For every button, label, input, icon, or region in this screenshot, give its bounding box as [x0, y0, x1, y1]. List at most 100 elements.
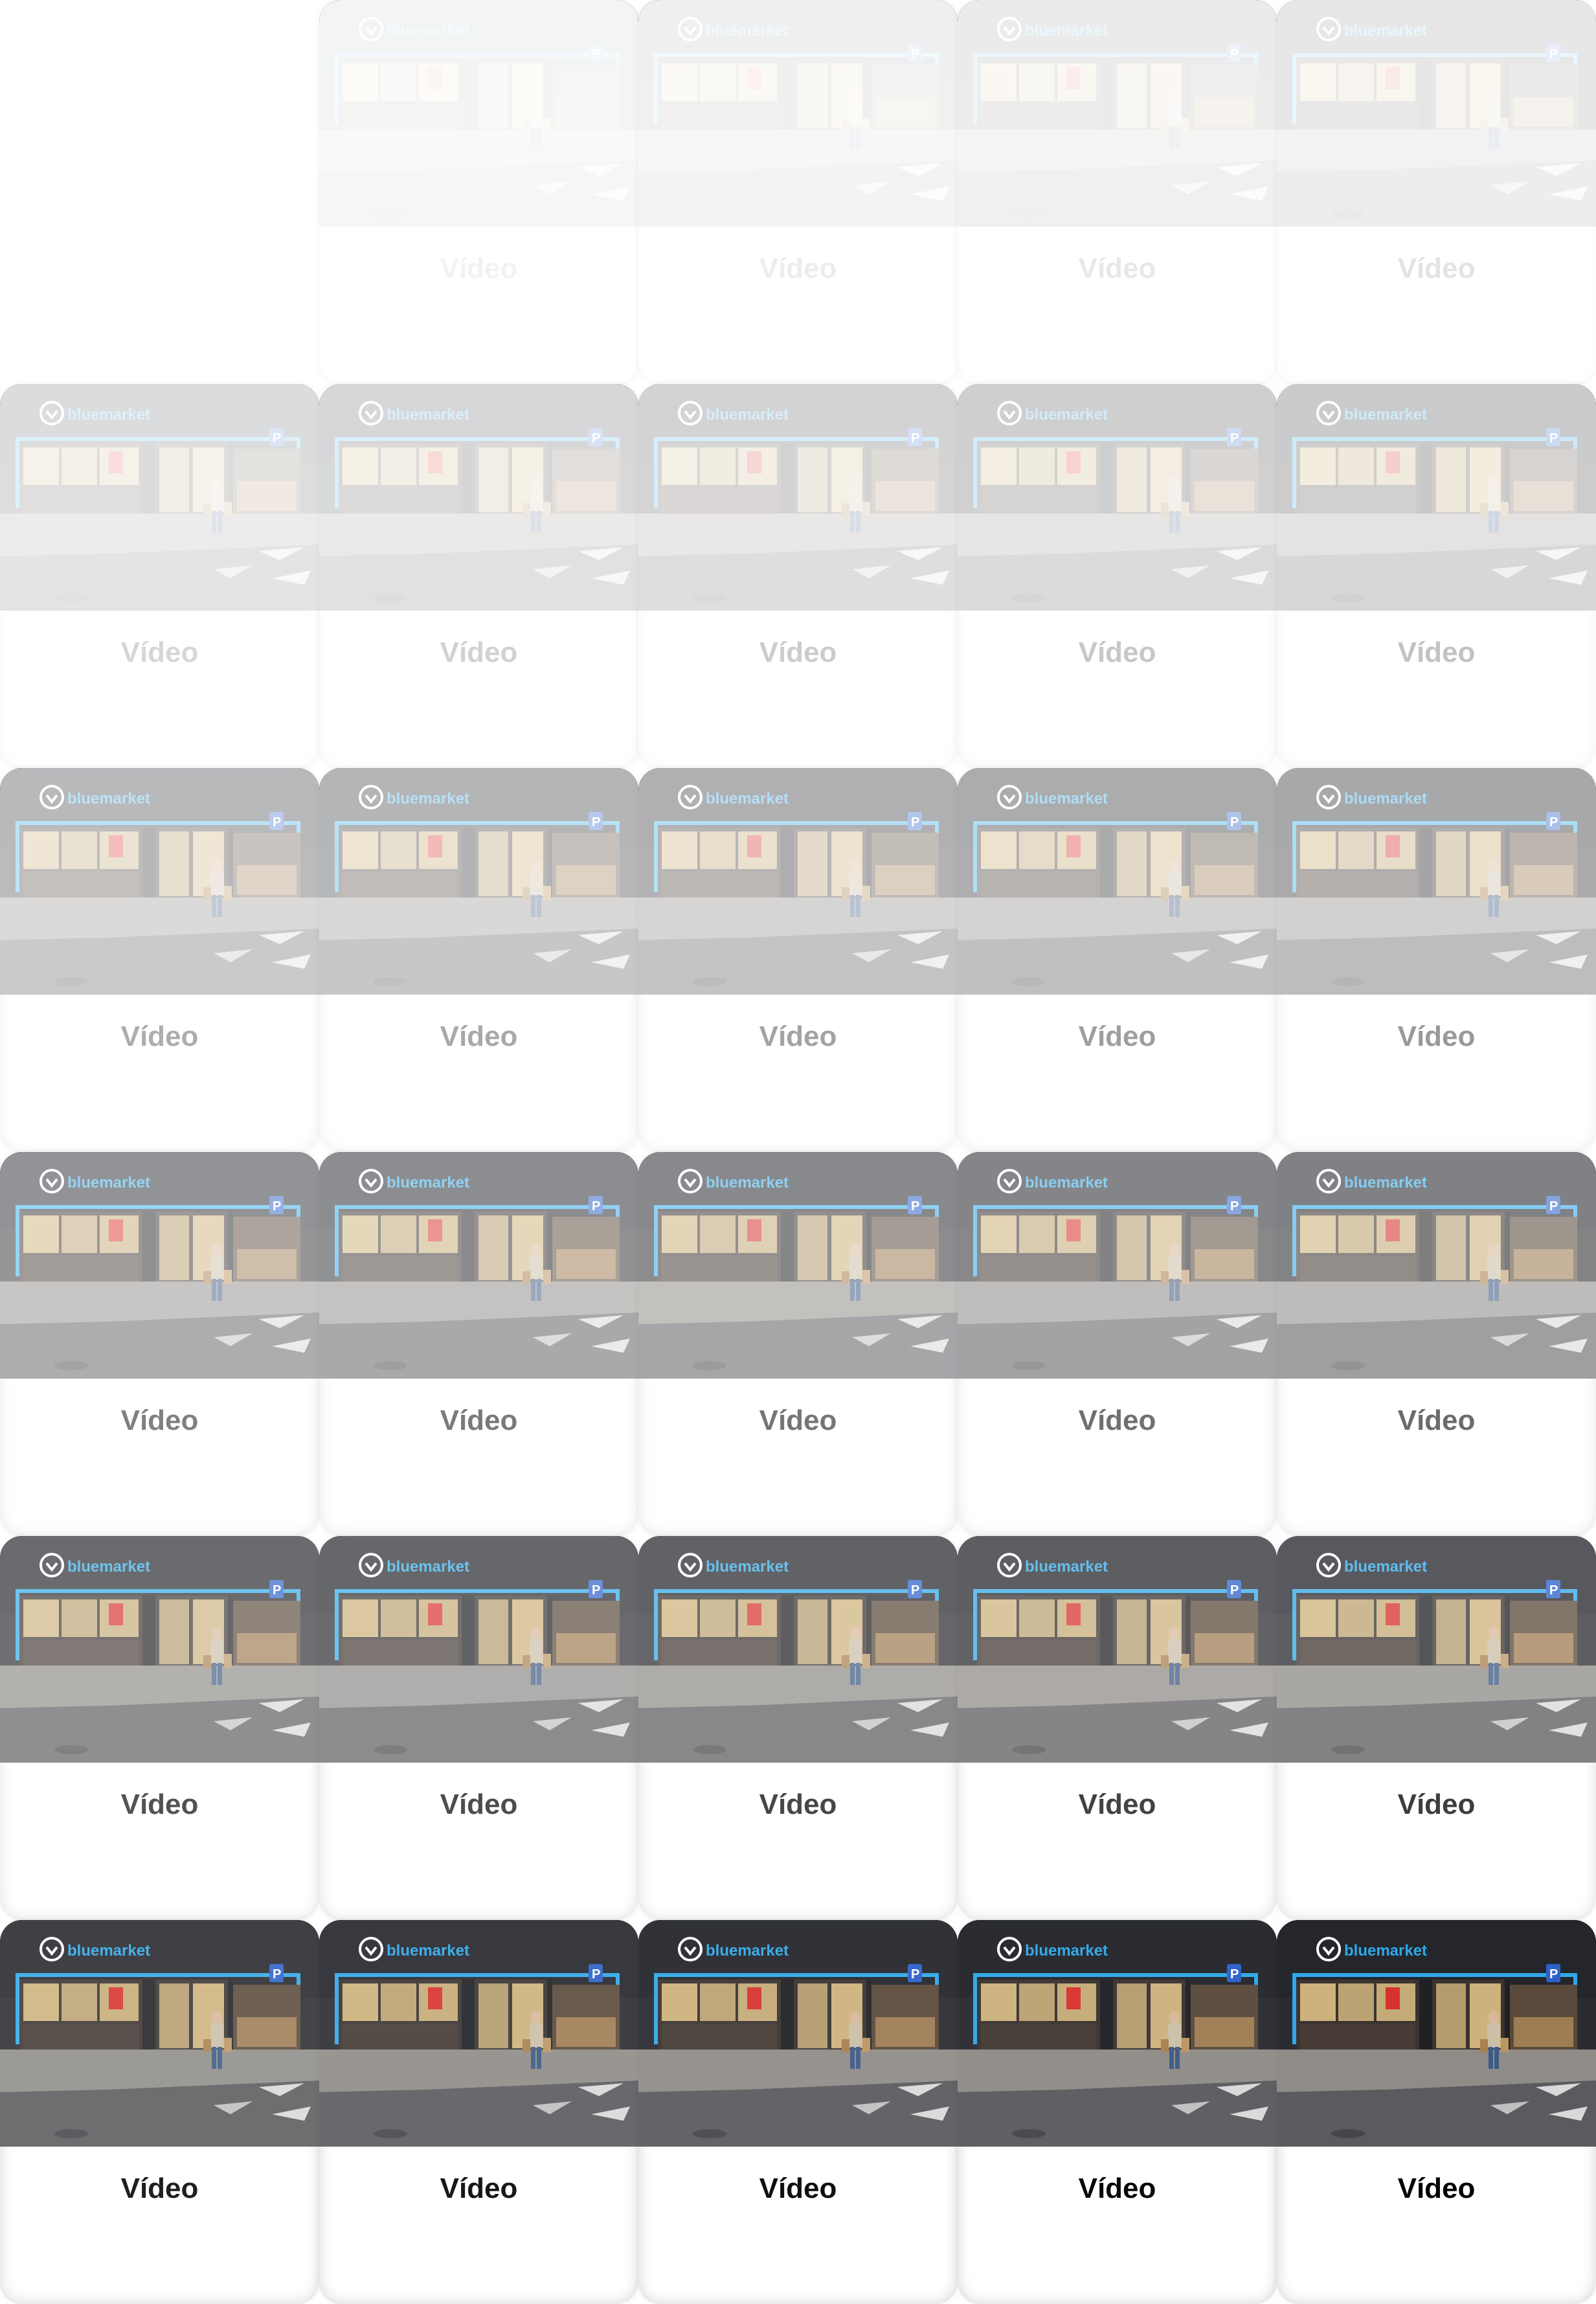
video-card[interactable]: bluemarket P Vídeo	[1277, 1920, 1596, 2304]
video-card-label: Vídeo	[1078, 2173, 1156, 2204]
video-card[interactable]: bluemarket P Vídeo	[0, 384, 319, 768]
store-logo-text: bluemarket	[1344, 1558, 1427, 1576]
parking-sign-text: P	[273, 1583, 281, 1598]
video-card[interactable]: bluemarket P Vídeo	[638, 1152, 958, 1536]
video-card-label: Vídeo	[440, 1789, 518, 1820]
video-card[interactable]: bluemarket P Vídeo	[1277, 768, 1596, 1152]
video-card[interactable]: bluemarket P Vídeo	[1277, 0, 1596, 384]
video-thumbnail: bluemarket P	[638, 1152, 958, 1379]
video-thumbnail: bluemarket P	[1277, 768, 1596, 995]
video-card[interactable]: bluemarket P Vídeo	[638, 0, 958, 384]
video-card[interactable]: bluemarket P Vídeo	[958, 768, 1277, 1152]
video-card[interactable]: bluemarket P Vídeo	[638, 384, 958, 768]
parking-sign-text: P	[1549, 1583, 1558, 1598]
video-card[interactable]: bluemarket P Vídeo	[1277, 384, 1596, 768]
video-card[interactable]: bluemarket P Vídeo	[0, 768, 319, 1152]
empty-cell	[0, 0, 319, 384]
video-card[interactable]: bluemarket P Vídeo	[319, 1536, 638, 1920]
video-card[interactable]: bluemarket P Vídeo	[0, 1920, 319, 2304]
video-thumbnail: bluemarket P	[638, 1920, 958, 2147]
video-card-label: Vídeo	[1078, 1789, 1156, 1820]
video-thumbnail: bluemarket P	[958, 384, 1277, 611]
store-logo-text: bluemarket	[1344, 406, 1427, 424]
store-logo-text: bluemarket	[387, 1174, 469, 1192]
video-thumbnail: bluemarket P	[0, 1536, 319, 1763]
store-logo-text: bluemarket	[1344, 1174, 1427, 1192]
parking-sign-text: P	[592, 431, 600, 446]
video-thumbnail: bluemarket P	[1277, 1152, 1596, 1379]
video-thumbnail: bluemarket P	[638, 1536, 958, 1763]
parking-sign-text: P	[592, 1199, 600, 1214]
video-card-label: Vídeo	[759, 2173, 837, 2204]
video-thumbnail: bluemarket P	[1277, 0, 1596, 227]
video-card[interactable]: bluemarket P Vídeo	[319, 768, 638, 1152]
video-card-label: Vídeo	[1397, 1405, 1476, 1436]
store-logo-text: bluemarket	[387, 406, 469, 424]
parking-sign-text: P	[273, 431, 281, 446]
video-card-label: Vídeo	[120, 1405, 199, 1436]
store-logo-text: bluemarket	[706, 22, 789, 40]
video-card[interactable]: bluemarket P Vídeo	[958, 0, 1277, 384]
video-card[interactable]: bluemarket P Vídeo	[958, 1920, 1277, 2304]
parking-sign-text: P	[1549, 1967, 1558, 1982]
parking-sign-text: P	[592, 1583, 600, 1598]
video-card[interactable]: bluemarket P Vídeo	[0, 1152, 319, 1536]
video-card[interactable]: bluemarket P Vídeo	[1277, 1536, 1596, 1920]
video-card-label: Vídeo	[1397, 2173, 1476, 2204]
video-card-label: Vídeo	[1397, 637, 1476, 668]
store-logo-text: bluemarket	[1025, 1174, 1108, 1192]
parking-sign-text: P	[1230, 431, 1239, 446]
video-card[interactable]: bluemarket P Vídeo	[319, 384, 638, 768]
video-card-label: Vídeo	[120, 637, 199, 668]
parking-sign-text: P	[1230, 1967, 1239, 1982]
video-card-label: Vídeo	[440, 1021, 518, 1052]
video-card[interactable]: bluemarket P Vídeo	[319, 0, 638, 384]
video-card-label: Vídeo	[120, 2173, 199, 2204]
store-logo-text: bluemarket	[706, 406, 789, 424]
parking-sign-text: P	[911, 47, 919, 62]
video-card-label: Vídeo	[759, 1021, 837, 1052]
video-card[interactable]: bluemarket P Vídeo	[1277, 1152, 1596, 1536]
video-thumbnail: bluemarket P	[958, 1920, 1277, 2147]
video-card[interactable]: bluemarket P Vídeo	[0, 1536, 319, 1920]
store-logo-text: bluemarket	[1025, 22, 1108, 40]
store-logo-text: bluemarket	[387, 1942, 469, 1960]
video-thumbnail: bluemarket P	[1277, 384, 1596, 611]
store-logo-text: bluemarket	[387, 22, 469, 40]
video-card-label: Vídeo	[759, 253, 837, 284]
store-logo-text: bluemarket	[1025, 406, 1108, 424]
video-thumbnail: bluemarket P	[958, 1536, 1277, 1763]
video-card[interactable]: bluemarket P Vídeo	[638, 1920, 958, 2304]
store-logo-text: bluemarket	[1025, 1942, 1108, 1960]
store-logo-text: bluemarket	[706, 1174, 789, 1192]
store-logo-text: bluemarket	[1025, 1558, 1108, 1576]
store-logo-text: bluemarket	[67, 1558, 150, 1576]
video-card-label: Vídeo	[440, 253, 518, 284]
video-card[interactable]: bluemarket P Vídeo	[958, 384, 1277, 768]
store-logo-text: bluemarket	[706, 1558, 789, 1576]
parking-sign-text: P	[592, 1967, 600, 1982]
video-thumbnail: bluemarket P	[319, 768, 638, 995]
store-logo-text: bluemarket	[67, 790, 150, 808]
video-thumbnail: bluemarket P	[1277, 1536, 1596, 1763]
video-card[interactable]: bluemarket P Vídeo	[319, 1152, 638, 1536]
video-thumbnail: bluemarket P	[0, 1920, 319, 2147]
video-card[interactable]: bluemarket P Vídeo	[958, 1536, 1277, 1920]
store-logo-text: bluemarket	[387, 1558, 469, 1576]
parking-sign-text: P	[592, 815, 600, 830]
video-thumbnail: bluemarket P	[319, 1920, 638, 2147]
video-card[interactable]: bluemarket P Vídeo	[319, 1920, 638, 2304]
video-thumbnail: bluemarket P	[638, 0, 958, 227]
video-card-label: Vídeo	[440, 1405, 518, 1436]
video-thumbnail: bluemarket P	[958, 0, 1277, 227]
store-logo-text: bluemarket	[706, 1942, 789, 1960]
video-card[interactable]: bluemarket P Vídeo	[958, 1152, 1277, 1536]
video-card[interactable]: bluemarket P Vídeo	[638, 768, 958, 1152]
parking-sign-text: P	[1230, 1199, 1239, 1214]
parking-sign-text: P	[1549, 815, 1558, 830]
store-logo-text: bluemarket	[1025, 790, 1108, 808]
video-thumbnail: bluemarket P	[0, 768, 319, 995]
video-thumbnail: bluemarket P	[638, 768, 958, 995]
video-card[interactable]: bluemarket P Vídeo	[638, 1536, 958, 1920]
store-logo-text: bluemarket	[387, 790, 469, 808]
